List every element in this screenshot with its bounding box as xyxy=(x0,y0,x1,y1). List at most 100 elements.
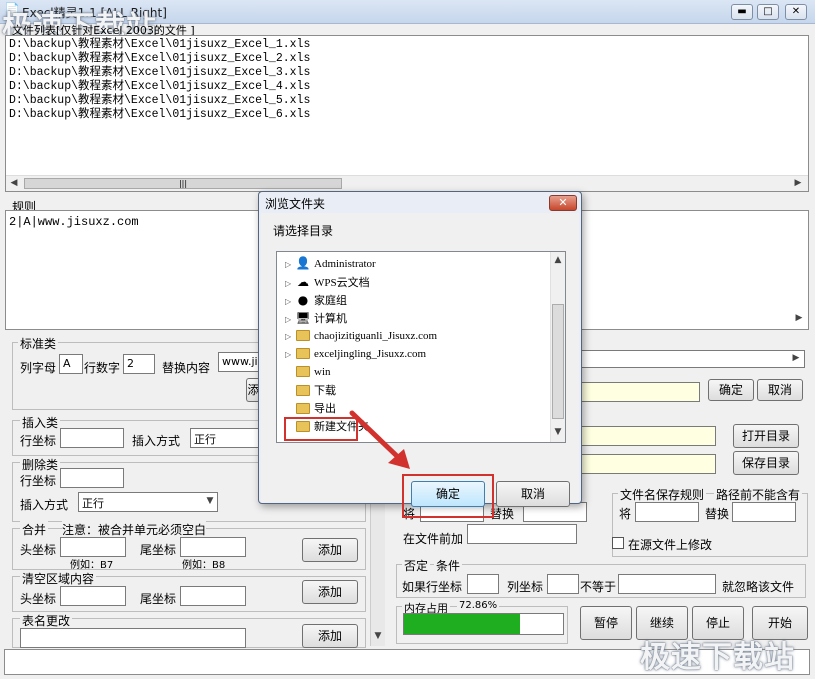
open-dir-button[interactable]: 打开目录 xyxy=(733,424,799,448)
clear-head-input[interactable] xyxy=(60,586,126,606)
if-row-input[interactable] xyxy=(467,574,499,594)
prepend-label: 在文件前加 xyxy=(403,532,464,546)
tree-vscroll[interactable]: ▲ ▼ xyxy=(550,252,565,442)
merge-legend: 合并 xyxy=(20,521,49,538)
hscroll-thumb[interactable]: ||| xyxy=(24,178,342,189)
col-label: 列坐标 xyxy=(507,580,544,594)
modify-source-checkbox[interactable] xyxy=(612,537,624,549)
save-from-input[interactable] xyxy=(635,502,699,522)
row-num-input[interactable]: 2 xyxy=(123,354,155,374)
dialog-ok-button[interactable]: 确定 xyxy=(411,481,485,507)
maximize-button[interactable]: □ xyxy=(757,4,779,20)
rename-add-button[interactable]: 添加 xyxy=(302,624,358,648)
tree-item[interactable]: ▷ 👤 Administrator xyxy=(285,256,376,274)
not-equal-input[interactable] xyxy=(618,574,716,594)
merge-head-input[interactable] xyxy=(60,537,126,557)
tree-item-label: 下载 xyxy=(314,385,336,397)
tree-item[interactable]: ▷ exceljingling_Jisuxz.com xyxy=(285,346,426,364)
file-list-item[interactable]: D:\backup\教程素材\Excel\01jisuxz_Excel_2.xl… xyxy=(9,52,310,66)
delete-mode-select[interactable]: 正行 xyxy=(78,492,218,512)
merge-add-button[interactable]: 添加 xyxy=(302,538,358,562)
expand-arrow-icon[interactable]: ▷ xyxy=(285,279,295,288)
insert-row-label: 行坐标 xyxy=(20,434,57,448)
folder-shape xyxy=(296,385,310,396)
delete-mode-dropdown-icon[interactable]: ▼ xyxy=(204,496,216,506)
clear-tail-label: 尾坐标 xyxy=(140,592,177,606)
if-row-label: 如果行坐标 xyxy=(402,580,463,594)
tree-item-label: 家庭组 xyxy=(314,295,347,307)
computer-icon: 🖥 xyxy=(295,311,311,325)
tree-item[interactable]: 下载 xyxy=(285,382,336,400)
tree-item-label: exceljingling_Jisuxz.com xyxy=(314,348,427,360)
file-list-item[interactable]: D:\backup\教程素材\Excel\01jisuxz_Excel_6.xl… xyxy=(9,108,310,122)
rename-legend: 表名更改 xyxy=(20,612,73,629)
file-list-hscroll[interactable]: ◀ ||| ▶ xyxy=(6,175,808,191)
save-to-label: 将 xyxy=(619,507,632,521)
open-dir-input[interactable] xyxy=(580,426,716,446)
expand-arrow-icon[interactable]: ▷ xyxy=(285,332,295,341)
file-lines: D:\backup\教程素材\Excel\01jisuxz_Excel_1.xl… xyxy=(9,38,310,122)
tree-item[interactable]: ▷ ● 家庭组 xyxy=(285,292,347,310)
rules-scroll-right-icon[interactable]: ▶ xyxy=(792,313,806,323)
dialog-title: 浏览文件夹 xyxy=(265,197,326,211)
path-scroll-right-icon[interactable]: ▶ xyxy=(790,353,802,363)
dialog-close-button[interactable]: ✕ xyxy=(549,195,577,211)
save-with-input[interactable] xyxy=(732,502,796,522)
clear-add-button[interactable]: 添加 xyxy=(302,580,358,604)
pause-button[interactable]: 暂停 xyxy=(580,606,632,640)
right-yellow-input-1[interactable] xyxy=(580,382,700,402)
minimize-button[interactable]: ▬ xyxy=(731,4,753,20)
file-list-item[interactable]: D:\backup\教程素材\Excel\01jisuxz_Excel_4.xl… xyxy=(9,80,310,94)
tree-item[interactable]: ▷ chaojizitiguanli_Jisuxz.com xyxy=(285,328,437,346)
standard-legend: 标准类 xyxy=(18,335,59,352)
tree-item[interactable]: ▷ 🖥 计算机 xyxy=(285,310,347,328)
expand-arrow-icon[interactable]: ▷ xyxy=(285,315,295,324)
file-list[interactable]: D:\backup\教程素材\Excel\01jisuxz_Excel_1.xl… xyxy=(5,35,809,192)
scroll-down-icon[interactable]: ▼ xyxy=(372,631,384,641)
dialog-cancel-button[interactable]: 取消 xyxy=(496,481,570,507)
folder-icon xyxy=(295,364,311,378)
expand-arrow-icon[interactable]: ▷ xyxy=(285,260,295,269)
tree-scroll-thumb[interactable] xyxy=(552,304,564,419)
rename-input[interactable] xyxy=(20,628,246,648)
tree-item-label: chaojizitiguanli_Jisuxz.com xyxy=(314,330,438,342)
col-input[interactable] xyxy=(547,574,579,594)
user-folder-icon: 👤 xyxy=(295,256,311,270)
tree-item[interactable]: ▷ ☁ WPS云文档 xyxy=(285,274,370,292)
scroll-right-icon[interactable]: ▶ xyxy=(792,178,804,188)
tree-item-label: WPS云文档 xyxy=(314,277,370,289)
col-letter-input[interactable]: A xyxy=(59,354,83,374)
delete-row-input[interactable] xyxy=(60,468,124,488)
file-list-item[interactable]: D:\backup\教程素材\Excel\01jisuxz_Excel_1.xl… xyxy=(9,38,310,52)
merge-tail-input[interactable] xyxy=(180,537,246,557)
save-dir-button[interactable]: 保存目录 xyxy=(733,451,799,475)
clear-legend: 清空区域内容 xyxy=(20,570,97,587)
expand-arrow-icon[interactable]: ▷ xyxy=(285,350,295,359)
expand-arrow-icon[interactable]: ▷ xyxy=(285,297,295,306)
modify-source-label: 在源文件上修改 xyxy=(628,538,713,552)
right-cancel-button[interactable]: 取消 xyxy=(757,379,803,401)
save-dir-input[interactable] xyxy=(580,454,716,474)
tree-scroll-up-icon[interactable]: ▲ xyxy=(553,255,563,265)
folder-icon xyxy=(295,328,311,342)
tree-scroll-down-icon[interactable]: ▼ xyxy=(553,427,563,437)
folder-icon xyxy=(295,383,311,397)
close-button[interactable]: ✕ xyxy=(785,4,807,20)
clear-tail-input[interactable] xyxy=(180,586,246,606)
folder-shape xyxy=(296,366,310,377)
right-path-input[interactable] xyxy=(580,350,805,368)
row-num-label: 行数字 xyxy=(84,361,121,375)
tree-item[interactable]: win xyxy=(285,364,331,382)
col-letter-label: 列字母 xyxy=(20,361,57,375)
file-list-item[interactable]: D:\backup\教程素材\Excel\01jisuxz_Excel_3.xl… xyxy=(9,66,310,80)
insert-legend: 插入类 xyxy=(20,414,61,431)
dialog-prompt: 请选择目录 xyxy=(273,224,334,238)
insert-row-input[interactable] xyxy=(60,428,124,448)
insert-mode-label: 插入方式 xyxy=(132,434,181,448)
watermark-bottom: 极速下载站 xyxy=(640,640,795,675)
prepend-input[interactable] xyxy=(467,524,577,544)
scroll-left-icon[interactable]: ◀ xyxy=(8,178,20,188)
right-confirm-button[interactable]: 确定 xyxy=(708,379,754,401)
file-list-item[interactable]: D:\backup\教程素材\Excel\01jisuxz_Excel_5.xl… xyxy=(9,94,310,108)
insert-mode-select[interactable]: 正行 xyxy=(190,428,260,448)
